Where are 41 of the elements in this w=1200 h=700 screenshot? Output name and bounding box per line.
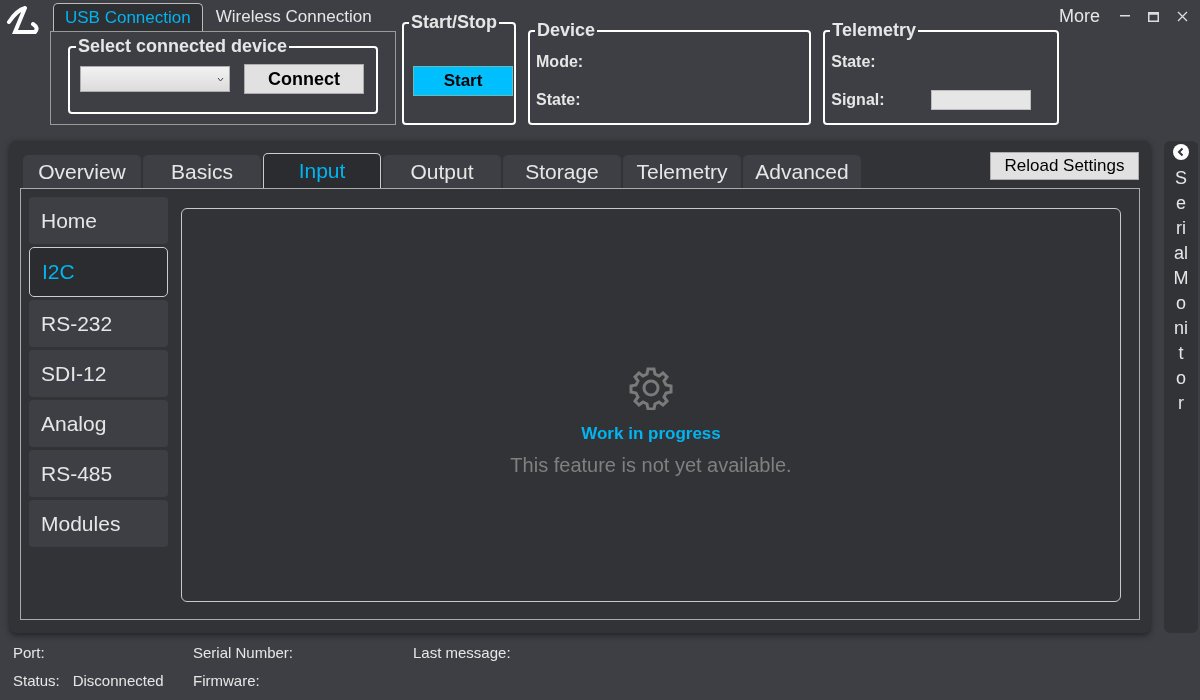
sidebar-item[interactable]: SDI-12 <box>29 350 168 397</box>
status-value: Disconnected <box>72 671 164 691</box>
sidebar-item[interactable]: Home <box>29 197 168 244</box>
last-message-label: Last message: <box>413 644 511 661</box>
connection-tab[interactable]: USB Connection <box>53 3 203 31</box>
maximize-icon[interactable] <box>1148 12 1159 22</box>
tab[interactable]: Overview <box>23 155 141 188</box>
tab[interactable]: Storage <box>503 155 621 188</box>
tab[interactable]: Output <box>383 155 501 188</box>
reload-settings-button[interactable]: Reload Settings <box>990 152 1139 180</box>
serial-monitor-panel[interactable]: Serial Monitor <box>1164 141 1198 633</box>
tab[interactable]: Basics <box>143 155 261 188</box>
sidebar-item[interactable]: Analog <box>29 400 168 447</box>
field-label: State: <box>536 90 581 110</box>
more-menu[interactable]: More <box>1059 6 1100 26</box>
field-label: Mode: <box>536 52 584 72</box>
tab[interactable]: Advanced <box>743 155 861 188</box>
field-label: State: <box>831 52 876 72</box>
sidebar-item[interactable]: RS-485 <box>29 450 168 497</box>
connect-button[interactable]: Connect <box>244 64 364 94</box>
port-label: Port: <box>13 643 45 663</box>
start-button[interactable]: Start <box>413 66 513 96</box>
close-icon[interactable] <box>1177 11 1188 22</box>
sidebar-item[interactable]: Modules <box>29 500 168 547</box>
tab[interactable]: Telemetry <box>623 155 741 188</box>
chevron-down-icon <box>217 76 224 82</box>
sidebar-item[interactable]: RS-232 <box>29 300 168 347</box>
gear-icon <box>629 366 673 410</box>
tab[interactable]: Input <box>263 153 381 188</box>
field-label: Signal: <box>831 90 886 110</box>
group-title: Start/Stop <box>409 12 499 32</box>
connection-tab[interactable]: Wireless Connection <box>202 3 385 31</box>
collapse-icon[interactable] <box>1173 144 1189 160</box>
work-in-progress-title: Work in progress <box>581 423 721 445</box>
sidebar-item[interactable]: I2C <box>29 247 168 297</box>
firmware-label: Firmware: <box>193 671 260 691</box>
serial-number-label: Serial Number: <box>193 643 294 663</box>
status-label: Status: <box>13 671 60 691</box>
serial-monitor-label: Serial Monitor <box>1173 167 1189 415</box>
unavailable-message: This feature is not yet available. <box>510 453 792 478</box>
group-title: Telemetry <box>830 20 918 40</box>
